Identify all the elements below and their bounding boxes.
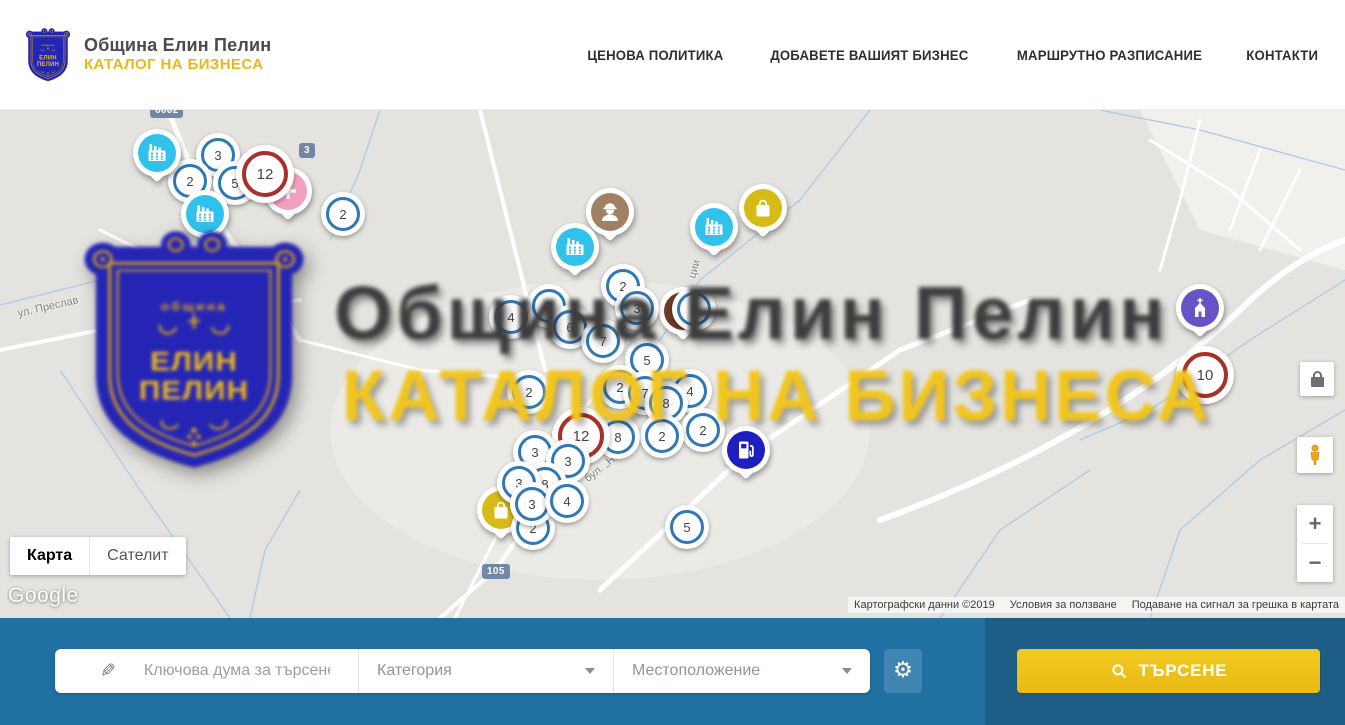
site-subtitle: КАТАЛОГ НА БИЗНЕСА	[84, 56, 271, 75]
cluster-count: 2	[658, 429, 665, 444]
shopping-bag-pin-marker[interactable]	[739, 184, 787, 232]
cluster-count: 4	[686, 384, 693, 399]
cluster-count: 2	[525, 385, 532, 400]
factory-pin-marker[interactable]	[690, 203, 738, 251]
zoom-control: + −	[1297, 505, 1333, 582]
search-button-label: ТЪРСЕНЕ	[1139, 661, 1228, 681]
cluster-marker[interactable]: 2	[640, 414, 684, 458]
factory-pin-marker[interactable]	[181, 190, 229, 238]
church-icon	[1188, 296, 1212, 320]
cluster-count: 2	[186, 174, 193, 189]
attribution-terms-link[interactable]: Условия за ползване	[1010, 599, 1117, 611]
cluster-marker[interactable]: 12	[236, 145, 294, 203]
keyword-segment	[55, 649, 358, 693]
page: Община Елин Пелин КАТАЛОГ НА БИЗНЕСА ЦЕН…	[0, 0, 1345, 725]
attribution-copyright: Картографски данни ©2019	[854, 599, 995, 611]
shopping-bag-icon	[751, 196, 775, 220]
cluster-marker[interactable]: 4	[489, 295, 533, 339]
cluster-count: 2	[339, 207, 346, 222]
nav-item-contacts[interactable]: КОНТАКТИ	[1246, 47, 1318, 63]
gear-icon	[893, 660, 913, 682]
factory-icon	[563, 235, 587, 259]
search-input-group: Категория Местоположение	[55, 649, 870, 693]
category-dropdown[interactable]: Категория	[358, 649, 613, 693]
search-bar: Категория Местоположение ТЪРСЕНЕ	[0, 618, 1345, 725]
nav-item-add-business[interactable]: ДОБАВЕТЕ ВАШИЯТ БИЗНЕС	[770, 47, 968, 63]
keyword-search-input[interactable]	[142, 661, 332, 681]
cluster-marker[interactable]: 5	[665, 505, 709, 549]
map-type-satellite-button[interactable]: Сателит	[89, 537, 185, 575]
nav-item-pricing[interactable]: ЦЕНОВА ПОЛИТИКА	[587, 47, 723, 63]
municipality-emblem-icon	[25, 26, 71, 84]
factory-icon	[145, 141, 169, 165]
cluster-count: 3	[633, 301, 640, 316]
cluster-count: 10	[1197, 367, 1214, 384]
category-dropdown-label: Категория	[377, 662, 452, 680]
pegman-button[interactable]	[1297, 437, 1333, 473]
google-logo: Google	[8, 584, 79, 608]
advanced-settings-button[interactable]	[884, 649, 922, 693]
chevron-down-icon	[842, 668, 852, 674]
church-pin-marker[interactable]	[1176, 284, 1224, 332]
cluster-count: 12	[257, 166, 274, 183]
cluster-marker[interactable]: 4	[545, 479, 589, 523]
search-icon	[1110, 662, 1128, 680]
factory-icon	[193, 202, 217, 226]
cluster-count: 8	[614, 430, 621, 445]
marker-layer: 3251222335467522748228123383234510	[0, 110, 1345, 618]
cluster-marker[interactable]: 3	[615, 286, 659, 330]
cluster-marker[interactable]: 10	[1176, 346, 1234, 404]
main-nav: ЦЕНОВА ПОЛИТИКА ДОБАВЕТЕ ВАШИЯТ БИЗНЕС М…	[583, 47, 1320, 63]
cluster-count: 5	[683, 520, 690, 535]
map-canvas[interactable]: ул. Преславбул. „Новоселции60023105 3251…	[0, 110, 1345, 618]
map-type-control: Карта Сателит	[10, 537, 186, 575]
cluster-count: 3	[528, 497, 535, 512]
cluster-count: 3	[214, 148, 221, 163]
header: Община Елин Пелин КАТАЛОГ НА БИЗНЕСА ЦЕН…	[0, 0, 1345, 110]
cluster-marker[interactable]: 5	[672, 287, 716, 331]
cluster-count: 6	[566, 320, 573, 335]
chevron-down-icon	[585, 668, 595, 674]
cluster-count: 5	[643, 353, 650, 368]
cluster-count: 8	[662, 396, 669, 411]
site-logo[interactable]: Община Елин Пелин КАТАЛОГ НА БИЗНЕСА	[25, 26, 271, 84]
cluster-count: 7	[599, 334, 606, 349]
site-title: Община Елин Пелин	[84, 34, 271, 57]
cluster-marker[interactable]: 2	[681, 408, 725, 452]
map-attribution: Картографски данни ©2019 Условия за полз…	[848, 597, 1345, 613]
nav-item-route-schedule[interactable]: МАРШРУТНО РАЗПИСАНИЕ	[1016, 47, 1201, 63]
cluster-count: 2	[699, 423, 706, 438]
factory-pin-marker[interactable]	[551, 223, 599, 271]
cluster-marker[interactable]: 2	[321, 192, 365, 236]
fuel-icon	[734, 438, 758, 462]
factory-pin-marker[interactable]	[133, 129, 181, 177]
cluster-marker[interactable]: 2	[507, 370, 551, 414]
location-dropdown[interactable]: Местоположение	[613, 649, 870, 693]
worker-icon	[598, 200, 622, 224]
cluster-count: 4	[563, 494, 570, 509]
attribution-report-link[interactable]: Подаване на сигнал за грешка в картата	[1132, 599, 1339, 611]
search-submit-button[interactable]: ТЪРСЕНЕ	[1017, 649, 1320, 693]
cluster-count: 4	[507, 310, 514, 325]
factory-icon	[702, 215, 726, 239]
map-type-map-button[interactable]: Карта	[10, 537, 89, 575]
cluster-count: 3	[564, 454, 571, 469]
cluster-marker[interactable]: 7	[581, 319, 625, 363]
zoom-out-button[interactable]: −	[1297, 544, 1333, 582]
pegman-icon	[1304, 444, 1326, 466]
zoom-in-button[interactable]: +	[1297, 505, 1333, 543]
cluster-count: 5	[690, 302, 697, 317]
pencil-icon	[100, 660, 116, 682]
location-dropdown-label: Местоположение	[632, 662, 760, 680]
lock-button[interactable]	[1300, 362, 1334, 396]
cluster-count: 3	[531, 445, 538, 460]
fuel-pin-marker[interactable]	[722, 426, 770, 474]
cluster-count: 3	[545, 299, 552, 314]
